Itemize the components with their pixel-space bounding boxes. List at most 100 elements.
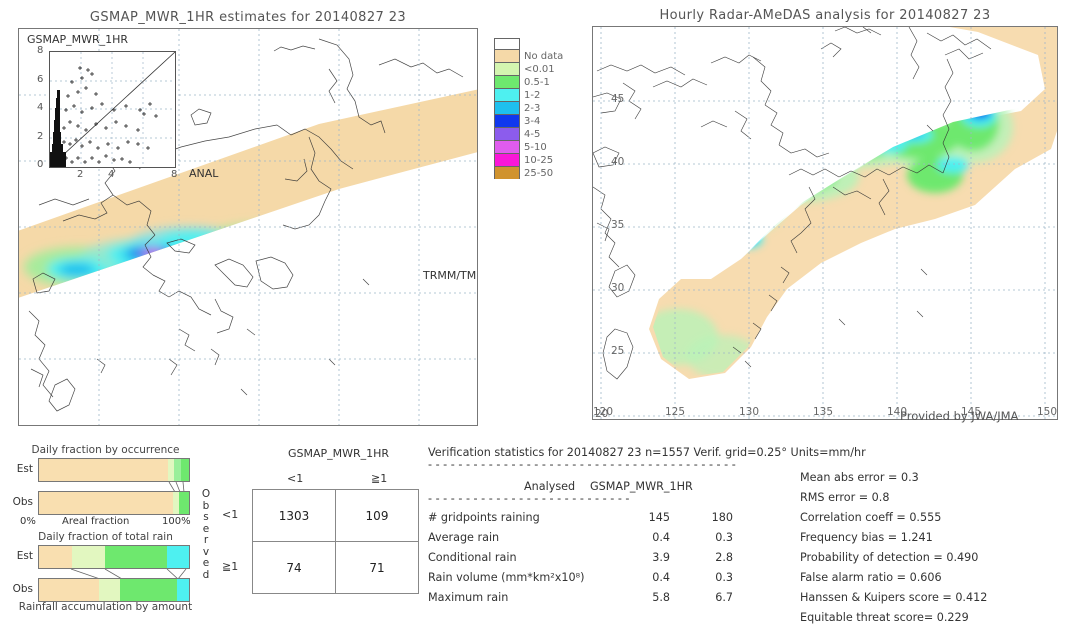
bar-segment <box>174 459 181 481</box>
bar-segment <box>99 579 120 601</box>
contingency-col-header-lt1: <1 <box>287 472 304 485</box>
score-equitable-threat: Equitable threat score= 0.229 <box>800 611 969 624</box>
contingency-cell-d: 71 <box>335 541 419 594</box>
stat-analysed-gridpoints: 145 <box>648 511 670 524</box>
inset-ytick-0: 0 <box>37 159 44 170</box>
contingency-row-header-lt1: <1 <box>222 508 239 521</box>
bar-segment <box>180 459 189 481</box>
bar-segment <box>177 579 189 601</box>
stat-label-gridpoints: # gridpoints raining <box>428 511 540 524</box>
scatter-inset[interactable] <box>49 51 176 168</box>
left-panel-title: GSMAP_MWR_1HR estimates for 20140827 23 <box>89 10 407 25</box>
totalrain-row-label-est: Est <box>16 550 33 562</box>
score-correlation-coeff: Correlation coeff = 0.555 <box>800 511 942 524</box>
score-mean-abs-error: Mean abs error = 0.3 <box>800 471 919 484</box>
stat-model-maximum-rain: 6.7 <box>715 591 733 604</box>
colorbar-cell <box>494 49 520 62</box>
right-map-ytick-30: 30 <box>611 282 625 294</box>
contingency-table: 1303 109 74 71 <box>252 489 419 594</box>
contingency-cell-b: 109 <box>335 489 419 542</box>
colorbar-label-25-50: 25-50 <box>524 168 554 179</box>
occurrence-axis-max: 100% <box>162 516 191 527</box>
stat-model-conditional-rain: 2.8 <box>715 551 733 564</box>
right-map-xtick-135: 135 <box>813 406 834 418</box>
stat-label-rain-volume: Rain volume (mm*km²x10⁸) <box>428 571 585 584</box>
colorbar-cell <box>494 62 520 75</box>
score-frequency-bias: Frequency bias = 1.241 <box>800 531 933 544</box>
colorbar-cell <box>494 88 520 101</box>
contingency-cell-a: 1303 <box>252 489 336 542</box>
colorbar-cell <box>494 153 520 166</box>
right-map-xtick-125: 125 <box>665 406 686 418</box>
colorbar-cell <box>494 114 520 127</box>
colorbar-label-05-1: 0.5-1 <box>524 77 550 88</box>
occurrence-chart-title: Daily fraction by occurrence <box>31 444 180 456</box>
colorbar-label-10-25: 10-25 <box>524 155 554 166</box>
right-panel-title: Hourly Radar-AMeDAS analysis for 2014082… <box>659 8 991 23</box>
stat-model-gridpoints: 180 <box>711 511 733 524</box>
score-rms-error: RMS error = 0.8 <box>800 491 890 504</box>
totalrain-chart-caption: Rainfall accumulation by amount <box>18 601 193 613</box>
totalrain-chart-title: Daily fraction of total rain <box>38 531 173 543</box>
stat-analysed-average-rain: 0.4 <box>652 531 670 544</box>
table-row: 1303 109 <box>252 489 419 542</box>
right-map-ytick-25: 25 <box>611 345 625 357</box>
right-map-xtick-150: 150 <box>1037 406 1058 418</box>
totalrain-bar-est[interactable] <box>38 545 190 569</box>
table-row: 74 71 <box>252 541 419 594</box>
stat-model-average-rain: 0.3 <box>715 531 733 544</box>
score-probability-of-detection: Probability of detection = 0.490 <box>800 551 979 564</box>
inset-xtick-2: 2 <box>77 169 84 180</box>
contingency-col-header-ge1: ≧1 <box>371 472 388 485</box>
colorbar: No data <0.01 0.5-1 1-2 2-3 3-4 4-5 5-10… <box>494 38 563 179</box>
occurrence-row-label-est: Est <box>16 463 33 475</box>
right-map[interactable]: 45 40 35 30 25 20 120 125 130 135 140 14… <box>592 26 1058 420</box>
occurrence-bar-obs[interactable] <box>38 491 190 515</box>
bar-segment <box>39 579 99 601</box>
occurrence-axis-min: 0% <box>20 516 36 527</box>
scatter-inset-canvas <box>50 52 175 167</box>
inset-ytick-4: 4 <box>37 102 44 113</box>
contingency-row-header-ge1: ≧1 <box>222 560 239 573</box>
colorbar-cell <box>494 101 520 114</box>
colorbar-cell <box>494 166 520 179</box>
occurrence-row-label-obs: Obs <box>12 496 33 508</box>
colorbar-cell <box>494 38 520 49</box>
colorbar-label-nodata: No data <box>524 51 564 62</box>
stat-label-conditional-rain: Conditional rain <box>428 551 517 564</box>
inset-xtick-4: 4 <box>108 169 115 180</box>
colorbar-label-3-4: 3-4 <box>524 116 541 127</box>
left-map[interactable]: GSMAP_MWR_1HR 8 6 4 2 0 2 4 8 ANAL TRMM/… <box>18 28 478 426</box>
contingency-cell-c: 74 <box>252 541 336 594</box>
colorbar-cell <box>494 75 520 88</box>
bar-segment <box>39 546 72 568</box>
bar-segment <box>178 492 189 514</box>
occurrence-bar-est[interactable] <box>38 458 190 482</box>
right-map-ytick-40: 40 <box>611 156 625 168</box>
score-false-alarm-ratio: False alarm ratio = 0.606 <box>800 571 942 584</box>
colorbar-label-5-10: 5-10 <box>524 142 547 153</box>
right-map-canvas <box>593 27 1057 419</box>
statistics-divider-mid: - - - - - - - - - - - - - - - - - - - - … <box>428 492 630 505</box>
bar-segment <box>39 459 168 481</box>
bar-segment <box>120 579 177 601</box>
swath-source-label: TRMM/TMI <box>423 269 478 282</box>
colorbar-cell <box>494 140 520 153</box>
score-hanssen-kuipers: Hanssen & Kuipers score = 0.412 <box>800 591 988 604</box>
right-map-xtick-120: 120 <box>593 406 614 418</box>
inset-ytick-6: 6 <box>37 74 44 85</box>
bar-segment <box>39 492 174 514</box>
data-credit: Provided by JWA/JMA <box>900 409 1019 423</box>
inset-ytick-8: 8 <box>37 45 44 56</box>
occurrence-axis-label: Areal fraction <box>62 516 130 527</box>
bar-segment <box>72 546 105 568</box>
inset-xtick-8: 8 <box>171 169 178 180</box>
inset-ytick-2: 2 <box>37 131 44 142</box>
totalrain-bar-obs[interactable] <box>38 578 190 602</box>
contingency-axis-label: Observed <box>201 488 211 581</box>
stat-label-maximum-rain: Maximum rain <box>428 591 509 604</box>
totalrain-row-label-obs: Obs <box>12 583 33 595</box>
right-map-xtick-130: 130 <box>739 406 760 418</box>
bar-segment <box>166 546 189 568</box>
stat-model-rain-volume: 0.3 <box>715 571 733 584</box>
